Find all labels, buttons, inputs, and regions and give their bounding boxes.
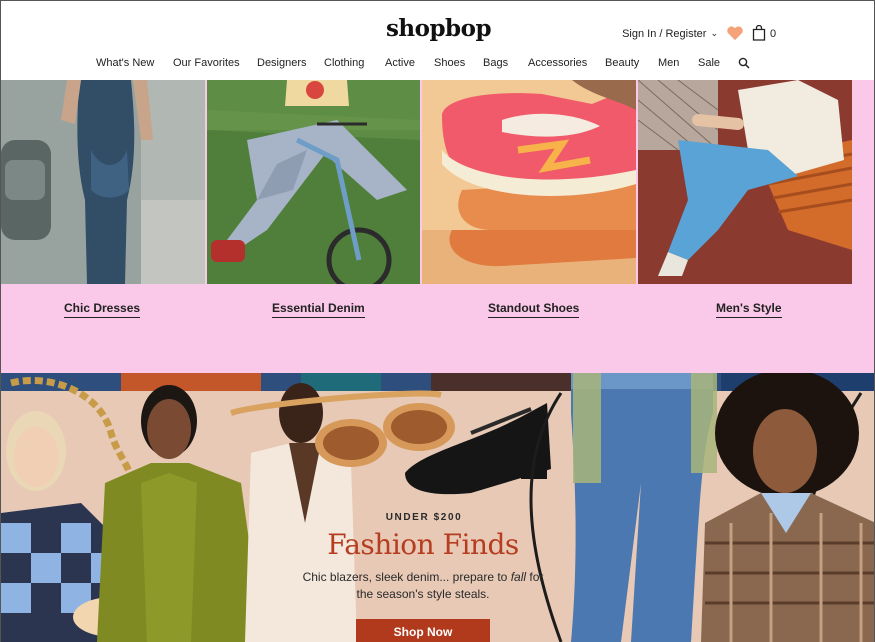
banner-subtitle-emphasis: fall <box>510 570 527 584</box>
nav-item-whats-new[interactable]: What's New <box>96 57 154 69</box>
category-link-denim[interactable]: Essential Denim <box>272 301 365 318</box>
heart-icon[interactable] <box>726 25 744 41</box>
nav-item-clothing[interactable]: Clothing <box>324 57 364 69</box>
category-image-denim[interactable] <box>207 80 420 284</box>
category-link-mens[interactable]: Men's Style <box>716 301 782 318</box>
promo-banner[interactable]: UNDER $200 Fashion Finds Chic blazers, s… <box>0 373 875 642</box>
category-link-shoes[interactable]: Standout Shoes <box>488 301 580 318</box>
nav-item-designers[interactable]: Designers <box>257 57 307 69</box>
shopping-bag-icon[interactable] <box>752 25 766 41</box>
shop-now-button[interactable]: Shop Now <box>356 619 490 642</box>
nav-item-our-favorites[interactable]: Our Favorites <box>173 57 240 69</box>
nav-item-bags[interactable]: Bags <box>483 57 508 69</box>
category-image-mens[interactable] <box>638 80 852 284</box>
banner-subtitle: Chic blazers, sleek denim... prepare to … <box>301 569 545 603</box>
nav-item-shoes[interactable]: Shoes <box>434 57 465 69</box>
category-image-shoes[interactable] <box>422 80 636 284</box>
category-section: Chic Dresses Essential Denim Standout Sh… <box>0 80 875 373</box>
nav-item-sale[interactable]: Sale <box>698 57 720 69</box>
account-menu[interactable]: Sign In / Register ⌄ <box>622 27 718 41</box>
category-link-dresses[interactable]: Chic Dresses <box>64 301 141 318</box>
banner-kicker: UNDER $200 <box>385 512 463 523</box>
site-header: shopbop Sign In / Register ⌄ 0 What's Ne… <box>0 0 875 80</box>
nav-item-men[interactable]: Men <box>658 57 679 69</box>
nav-item-beauty[interactable]: Beauty <box>605 57 639 69</box>
account-label[interactable]: Sign In / Register <box>622 28 706 40</box>
chevron-down-icon: ⌄ <box>710 27 718 38</box>
main-nav: What's New Our Favorites Designers Cloth… <box>1 57 875 71</box>
banner-headline: Fashion Finds <box>327 528 519 561</box>
bag-count: 0 <box>770 28 777 40</box>
nav-item-active[interactable]: Active <box>385 57 415 69</box>
search-icon[interactable] <box>738 57 750 69</box>
category-image-dresses[interactable] <box>1 80 205 284</box>
nav-item-accessories[interactable]: Accessories <box>528 57 587 69</box>
banner-subtitle-start: Chic blazers, sleek denim... prepare to <box>302 570 511 584</box>
